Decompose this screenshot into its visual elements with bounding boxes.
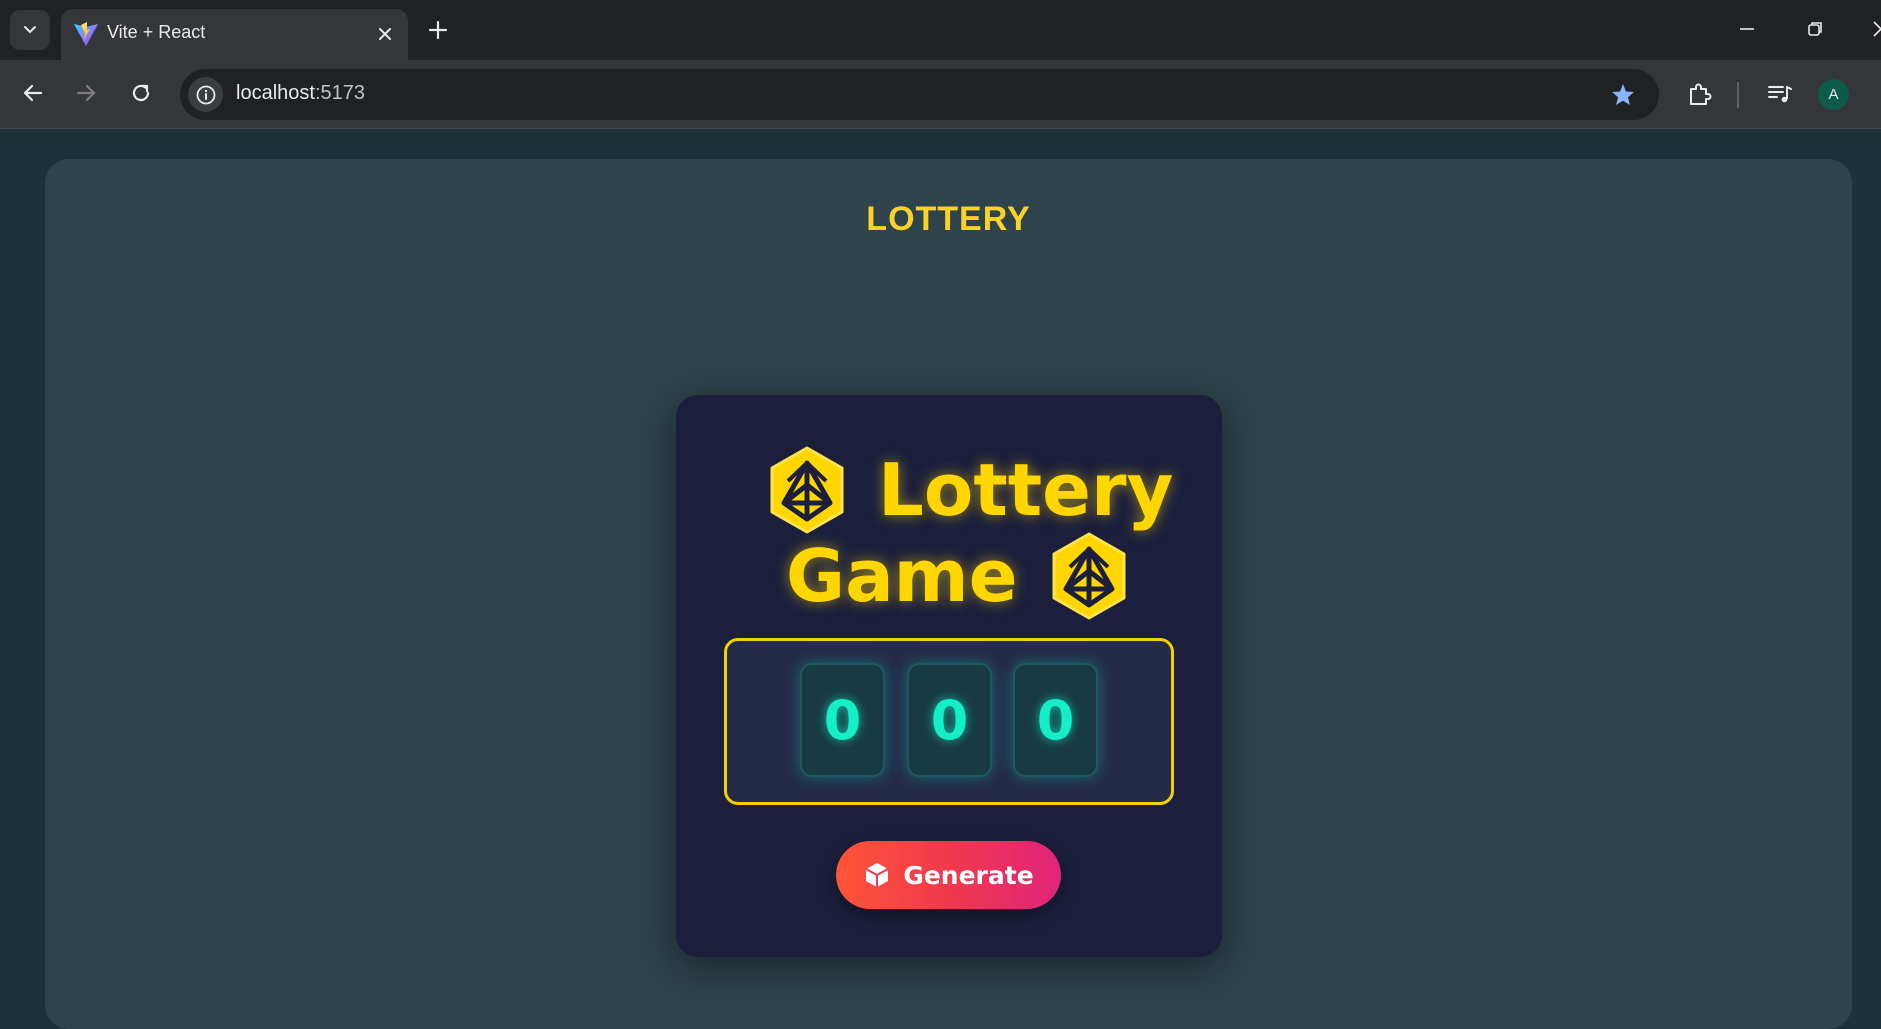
browser-tab-active[interactable]: Vite + React <box>61 9 408 60</box>
site-info-button[interactable] <box>188 77 223 112</box>
browser-tab-bar: Vite + React <box>0 0 1881 60</box>
close-window-icon[interactable] <box>1866 14 1881 44</box>
back-arrow-icon[interactable] <box>18 78 48 108</box>
minimize-icon[interactable] <box>1732 14 1762 44</box>
lottery-card: Lottery Game 0 0 0 Generate <box>676 395 1222 957</box>
info-icon <box>196 85 215 104</box>
digit-slot-3: 0 <box>1013 663 1098 777</box>
restore-window-icon[interactable] <box>1800 14 1830 44</box>
extensions-puzzle-icon[interactable] <box>1684 78 1716 110</box>
bookmark-star-icon[interactable] <box>1609 81 1637 109</box>
game-title-word-2: Game <box>786 534 1018 618</box>
profile-avatar[interactable]: A <box>1818 79 1849 110</box>
forward-arrow-icon[interactable] <box>71 78 101 108</box>
page-viewport: LOTTERY Lottery Game 0 0 0 Generate <box>0 130 1881 1029</box>
d20-die-icon <box>770 446 844 534</box>
tab-search-button[interactable] <box>10 10 50 50</box>
digit-slot-1: 0 <box>800 663 885 777</box>
url-port: :5173 <box>314 82 365 104</box>
url-text: localhost:5173 <box>236 82 365 105</box>
address-bar[interactable]: localhost:5173 <box>180 69 1659 120</box>
d20-die-icon <box>1052 532 1126 620</box>
reload-icon[interactable] <box>126 78 156 108</box>
new-tab-plus-icon[interactable] <box>424 16 452 44</box>
app-container: LOTTERY Lottery Game 0 0 0 Generate <box>45 159 1852 1029</box>
url-host: localhost <box>236 82 315 104</box>
tab-title: Vite + React <box>107 22 206 42</box>
vite-logo-icon <box>74 22 98 46</box>
number-display: 0 0 0 <box>724 638 1174 805</box>
game-title-line-1: Lottery <box>766 445 1173 535</box>
game-title-line-2: Game <box>786 531 1130 621</box>
page-title: LOTTERY <box>866 200 1031 238</box>
toolbar-separator <box>1737 82 1739 108</box>
game-title-word-1: Lottery <box>878 448 1174 532</box>
media-control-icon[interactable] <box>1764 78 1796 110</box>
browser-toolbar: localhost:5173 A <box>0 60 1881 129</box>
cube-icon <box>865 863 889 887</box>
generate-button[interactable]: Generate <box>836 841 1061 909</box>
chevron-down-icon <box>24 26 36 34</box>
close-icon[interactable] <box>374 23 396 45</box>
digit-slot-2: 0 <box>907 663 992 777</box>
generate-button-label: Generate <box>903 860 1034 890</box>
